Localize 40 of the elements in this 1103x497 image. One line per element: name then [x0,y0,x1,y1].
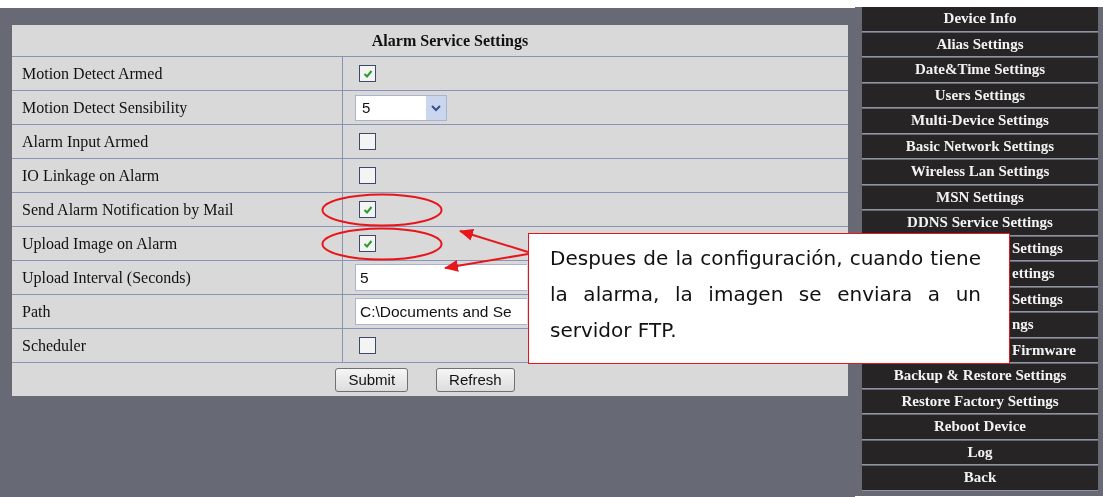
form-button[interactable]: Submit [335,367,409,392]
callout-tooltip: Despues de la configuración, cuando tiene la alarma, la imagen se enviara a un servidor FTP. [528,233,1010,364]
menu-item[interactable]: MSN Settings [862,185,1098,210]
field-label: Motion Detect Armed [12,57,343,90]
menu-item[interactable]: Backup & Restore Settings [862,364,1098,389]
field-label: Motion Detect Sensibility [12,91,343,124]
annotation-arrow [459,229,529,253]
menu-item[interactable]: Wireless Lan Settings [862,160,1098,185]
menu-item[interactable]: Multi-Device Settings [862,109,1098,134]
field-label: IO Linkage on Alarm [12,159,343,192]
checkmark-icon [362,238,373,249]
field-label: Send Alarm Notification by Mail [12,193,343,226]
field-label: Alarm Input Armed [12,125,343,158]
field-label: Path [12,295,343,328]
menu-item[interactable]: Reboot Device [862,415,1098,440]
form-button[interactable]: Refresh [436,367,515,392]
checkbox[interactable] [359,337,376,354]
checkbox[interactable] [359,201,376,218]
menu-item[interactable]: Users Settings [862,83,1098,108]
menu-item[interactable]: Date&Time Settings [862,58,1098,83]
input-field[interactable]: C:\Documents and Se [355,298,527,325]
menu-item[interactable]: Device Info [862,7,1098,32]
input-field[interactable]: 5 [355,264,527,291]
sensibility-select[interactable]: 5 [355,94,447,121]
menu-item[interactable]: Alias Settings [862,32,1098,57]
menu-item[interactable]: DDNS Service Settings [862,211,1098,236]
checkbox[interactable] [359,167,376,184]
checkbox[interactable] [359,235,376,252]
menu-item[interactable]: Log [862,440,1098,465]
menu-item[interactable]: Back [862,466,1098,491]
checkmark-icon [362,204,373,215]
checkbox[interactable] [359,65,376,82]
field-label: Upload Interval (Seconds) [12,261,343,294]
panel-title: Alarm Service Settings [12,25,848,57]
field-label: Scheduler [12,329,343,362]
checkmark-icon [362,68,373,79]
menu-item[interactable]: Restore Factory Settings [862,389,1098,414]
checkbox[interactable] [359,133,376,150]
field-label: Upload Image on Alarm [12,227,343,260]
menu-item[interactable]: Basic Network Settings [862,134,1098,159]
